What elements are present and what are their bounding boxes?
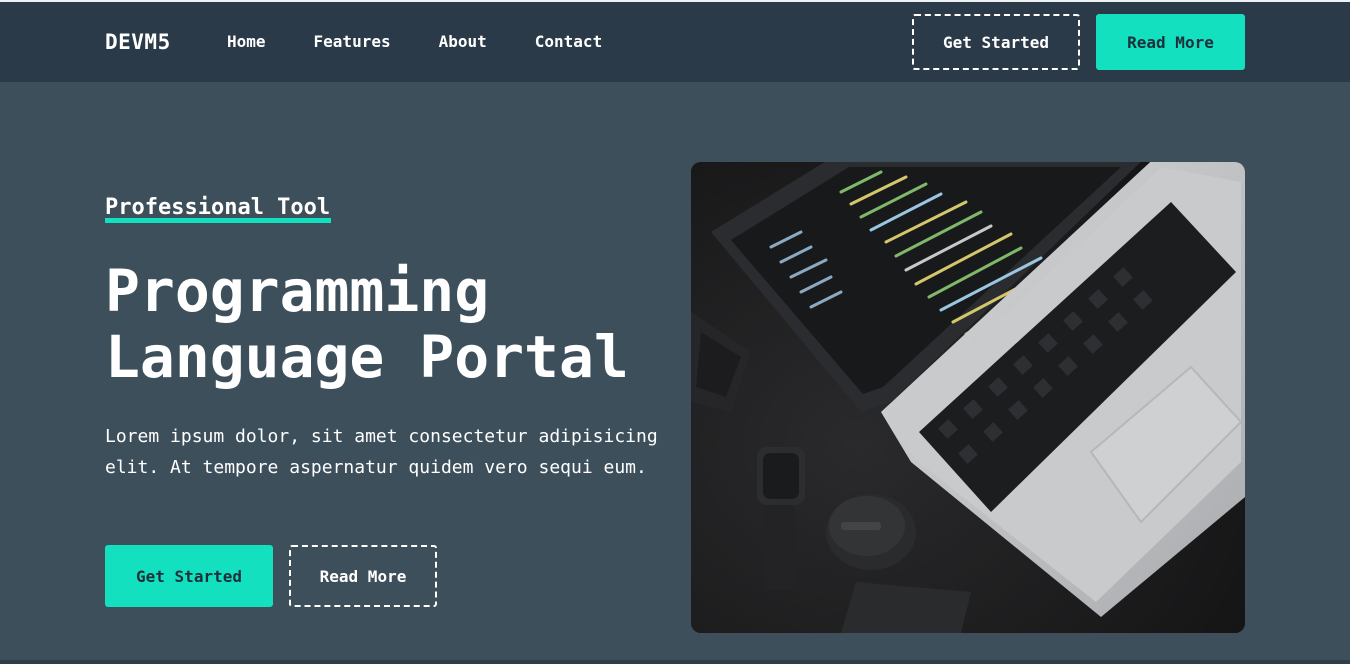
nav-link-contact[interactable]: Contact	[535, 32, 602, 51]
navbar: DEVM5 Home Features About Contact Get St…	[0, 2, 1350, 82]
nav-read-more-button[interactable]: Read More	[1096, 14, 1245, 70]
nav-get-started-button[interactable]: Get Started	[912, 14, 1080, 70]
hero-get-started-button[interactable]: Get Started	[105, 545, 273, 607]
nav-link-features[interactable]: Features	[314, 32, 391, 51]
hero-read-more-button[interactable]: Read More	[289, 545, 437, 607]
bottom-strip	[0, 660, 1350, 664]
nav-link-about[interactable]: About	[439, 32, 487, 51]
hero-eyebrow: Professional Tool	[105, 194, 332, 223]
nav-links: Home Features About Contact	[227, 32, 650, 51]
hero-laptop-image	[691, 162, 1245, 633]
brand-logo[interactable]: DEVM5	[105, 30, 171, 54]
hero-title: Programming Language Portal	[105, 258, 665, 390]
hero-title-line-1: Programming	[105, 257, 490, 325]
nav-link-home[interactable]: Home	[227, 32, 266, 51]
hero-description: Lorem ipsum dolor, sit amet consectetur …	[105, 426, 658, 478]
hero-title-line-2: Language Portal	[105, 323, 629, 391]
laptop-illustration	[691, 162, 1245, 633]
